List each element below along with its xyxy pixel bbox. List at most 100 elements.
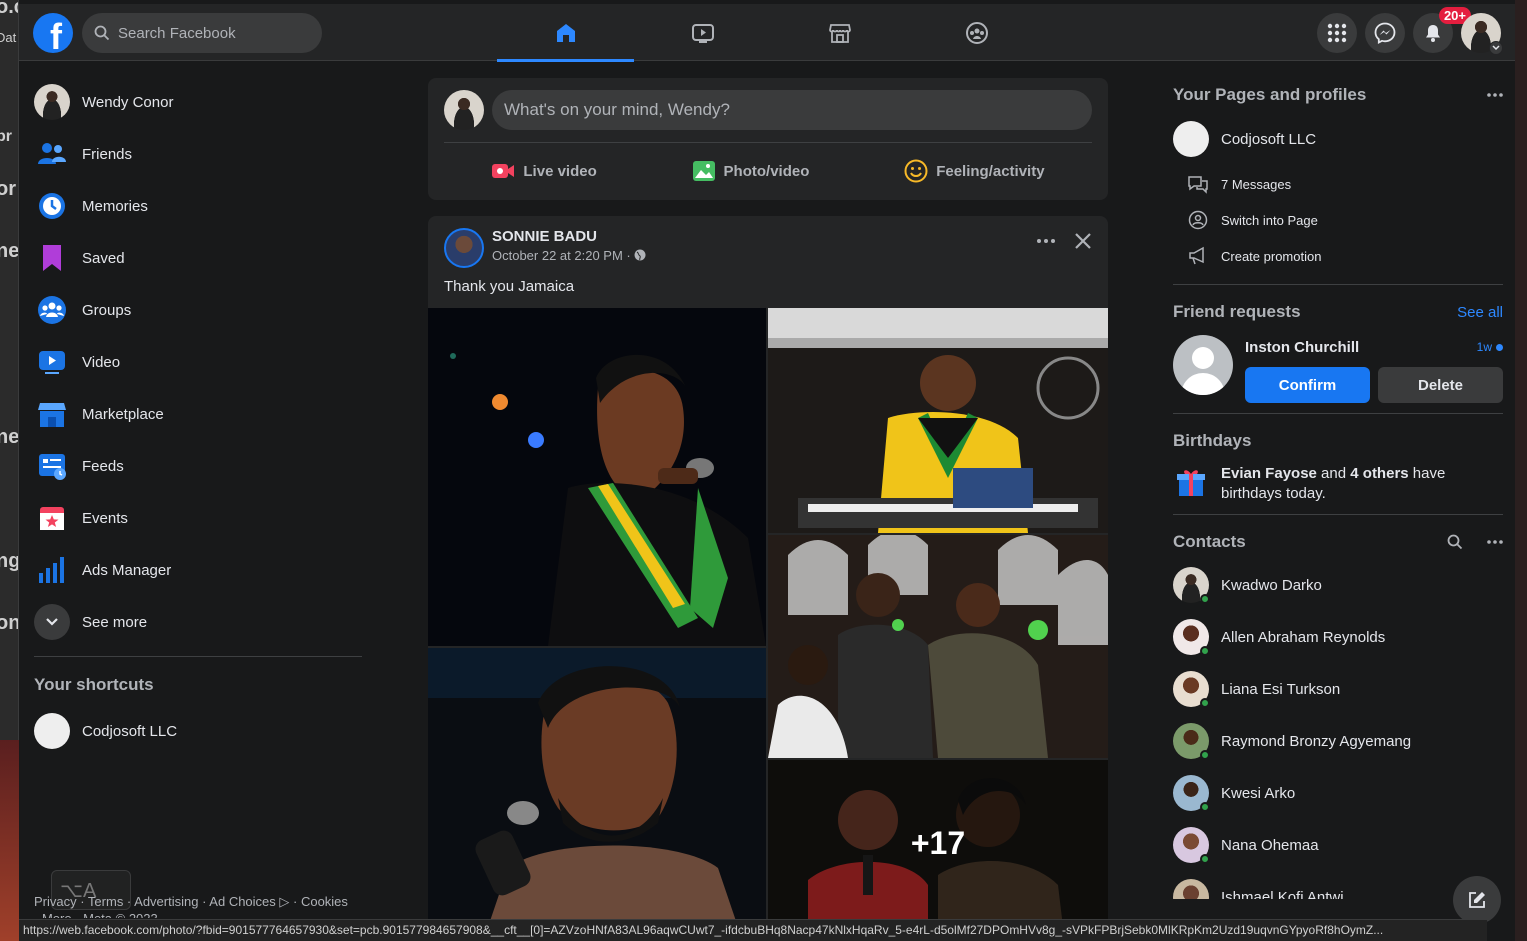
post-composer: What's on your mind, Wendy? Live video P… [428, 78, 1108, 200]
sidebar-item-marketplace[interactable]: Marketplace [19, 388, 379, 440]
post-photo[interactable] [768, 308, 1108, 533]
messenger-button[interactable] [1365, 13, 1405, 53]
video-tab-icon [691, 23, 714, 43]
photo-performer-closeup [428, 648, 766, 927]
left-sidebar: Wendy Conor Friends Memories Saved Group… [19, 76, 379, 757]
sidebar-item-profile[interactable]: Wendy Conor [19, 76, 379, 128]
more-options-icon[interactable] [1036, 238, 1056, 244]
sidebar-item-ads-manager[interactable]: Ads Manager [19, 544, 379, 596]
avatar [1173, 827, 1210, 864]
footer-links-text[interactable]: Privacy · Terms · Advertising · Ad Choic… [34, 894, 348, 910]
create-promotion[interactable]: Create promotion [1173, 238, 1503, 274]
footer-links-more[interactable]: · More · Meta © 2023 [34, 912, 348, 918]
footer-links[interactable]: Privacy · Terms · Advertising · Ad Choic… [34, 894, 348, 918]
contact-item[interactable]: Raymond Bronzy Agyemang [1173, 715, 1503, 767]
contact-item[interactable]: Allen Abraham Reynolds [1173, 611, 1503, 663]
close-icon[interactable] [1074, 232, 1092, 250]
switch-into-page[interactable]: Switch into Page [1173, 202, 1503, 238]
online-indicator [1200, 594, 1210, 604]
request-time: 1w [1476, 340, 1492, 354]
sidebar-item-label: Saved [82, 249, 125, 267]
sidebar-item-memories[interactable]: Memories [19, 180, 379, 232]
search-icon [94, 25, 110, 41]
post-time[interactable]: October 22 at 2:20 PM · [492, 248, 634, 263]
notifications-button[interactable]: 20+ [1413, 7, 1471, 53]
photo-grid: +17 [428, 308, 1108, 927]
contact-item[interactable]: Kwesi Arko [1173, 767, 1503, 819]
live-video-button[interactable]: Live video [491, 151, 597, 191]
bg-fragment: ne [0, 240, 19, 262]
post-photo[interactable] [768, 535, 1108, 758]
search-box[interactable] [82, 13, 322, 53]
photo-video-button[interactable]: Photo/video [692, 151, 809, 191]
delete-button[interactable]: Delete [1378, 367, 1503, 403]
post-photo[interactable] [428, 308, 766, 646]
avatar [1173, 619, 1210, 656]
friend-requests-title: Friend requests [1173, 302, 1301, 321]
avatar [1173, 775, 1210, 812]
feeling-activity-button[interactable]: Feeling/activity [904, 151, 1045, 191]
browser-status-url: https://web.facebook.com/photo/?fbid=901… [19, 919, 1487, 941]
more-options-icon[interactable] [1487, 93, 1503, 97]
sidebar-item-video[interactable]: Video [19, 336, 379, 388]
sidebar-item-saved[interactable]: Saved [19, 232, 379, 284]
bg-fragment: or [0, 178, 16, 200]
default-avatar-icon[interactable] [1173, 335, 1233, 395]
new-message-button[interactable] [1453, 876, 1501, 924]
tab-groups[interactable] [908, 4, 1045, 61]
tab-home[interactable] [497, 4, 634, 62]
facebook-logo[interactable]: f [33, 13, 73, 53]
requester-name[interactable]: Inston Churchill [1245, 339, 1359, 356]
groups-icon [38, 296, 66, 324]
sidebar-item-label: Ads Manager [82, 561, 172, 579]
groups-tab-icon [965, 21, 988, 44]
sidebar-item-feeds[interactable]: Feeds [19, 440, 379, 492]
bell-icon [1426, 25, 1440, 42]
unread-dot [1496, 343, 1503, 351]
post-author[interactable]: SONNIE BADU [492, 228, 1036, 245]
menu-button[interactable] [1317, 13, 1357, 53]
birthday-item[interactable]: Evian Fayose and 4 others have birthdays… [1173, 464, 1503, 504]
tab-marketplace[interactable] [771, 4, 908, 61]
sidebar-item-groups[interactable]: Groups [19, 284, 379, 336]
page-messages[interactable]: 7 Messages [1173, 166, 1503, 202]
avatar [1173, 723, 1210, 760]
more-options-icon[interactable] [1487, 540, 1503, 544]
online-indicator [1200, 750, 1210, 760]
post-photo[interactable] [428, 648, 766, 927]
search-input[interactable] [118, 24, 308, 42]
tab-video[interactable] [634, 4, 771, 61]
confirm-button[interactable]: Confirm [1245, 367, 1370, 403]
shortcut-item[interactable]: Codjosoft LLC [19, 705, 379, 757]
sidebar-item-label: Friends [82, 145, 133, 163]
friend-request-item: Inston Churchill 1w Confirm Delete [1173, 335, 1503, 403]
photo-crowd [768, 535, 1108, 758]
contact-item[interactable]: Kwadwo Darko [1173, 559, 1503, 611]
post-header: SONNIE BADU October 22 at 2:20 PM · [428, 216, 1108, 268]
top-navigation-bar: f Search Facebook 20+ [19, 4, 1515, 62]
sidebar-item-events[interactable]: Events [19, 492, 379, 544]
grid-menu-icon [1327, 23, 1347, 43]
video-icon [39, 351, 65, 374]
ads-manager-icon [39, 557, 64, 583]
contact-item[interactable]: Liana Esi Turkson [1173, 663, 1503, 715]
background-window-edge-bottom [0, 740, 19, 941]
sidebar-see-more[interactable]: See more [19, 596, 379, 648]
contact-item[interactable]: Nana Ohemaa [1173, 819, 1503, 871]
bg-fragment: o.c [0, 0, 18, 18]
author-avatar[interactable] [444, 228, 484, 268]
post-photo[interactable]: +17 [768, 760, 1108, 927]
more-photos-count[interactable]: +17 [768, 760, 1108, 927]
globe-icon [634, 249, 646, 261]
composer-input[interactable]: What's on your mind, Wendy? [492, 90, 1092, 130]
search-icon[interactable] [1447, 534, 1463, 550]
birthdays-header: Birthdays [1173, 431, 1252, 450]
contacts-list: Kwadwo Darko Allen Abraham Reynolds Lian… [1173, 559, 1503, 899]
account-button[interactable] [1461, 13, 1503, 55]
see-all-link[interactable]: See all [1457, 304, 1503, 321]
photo-performer-singing [450, 353, 766, 646]
page-name: Codjosoft LLC [1221, 130, 1317, 148]
sidebar-item-friends[interactable]: Friends [19, 128, 379, 180]
shortcuts-title: Your shortcuts [34, 675, 154, 694]
page-item[interactable]: Codjosoft LLC [1173, 112, 1503, 166]
